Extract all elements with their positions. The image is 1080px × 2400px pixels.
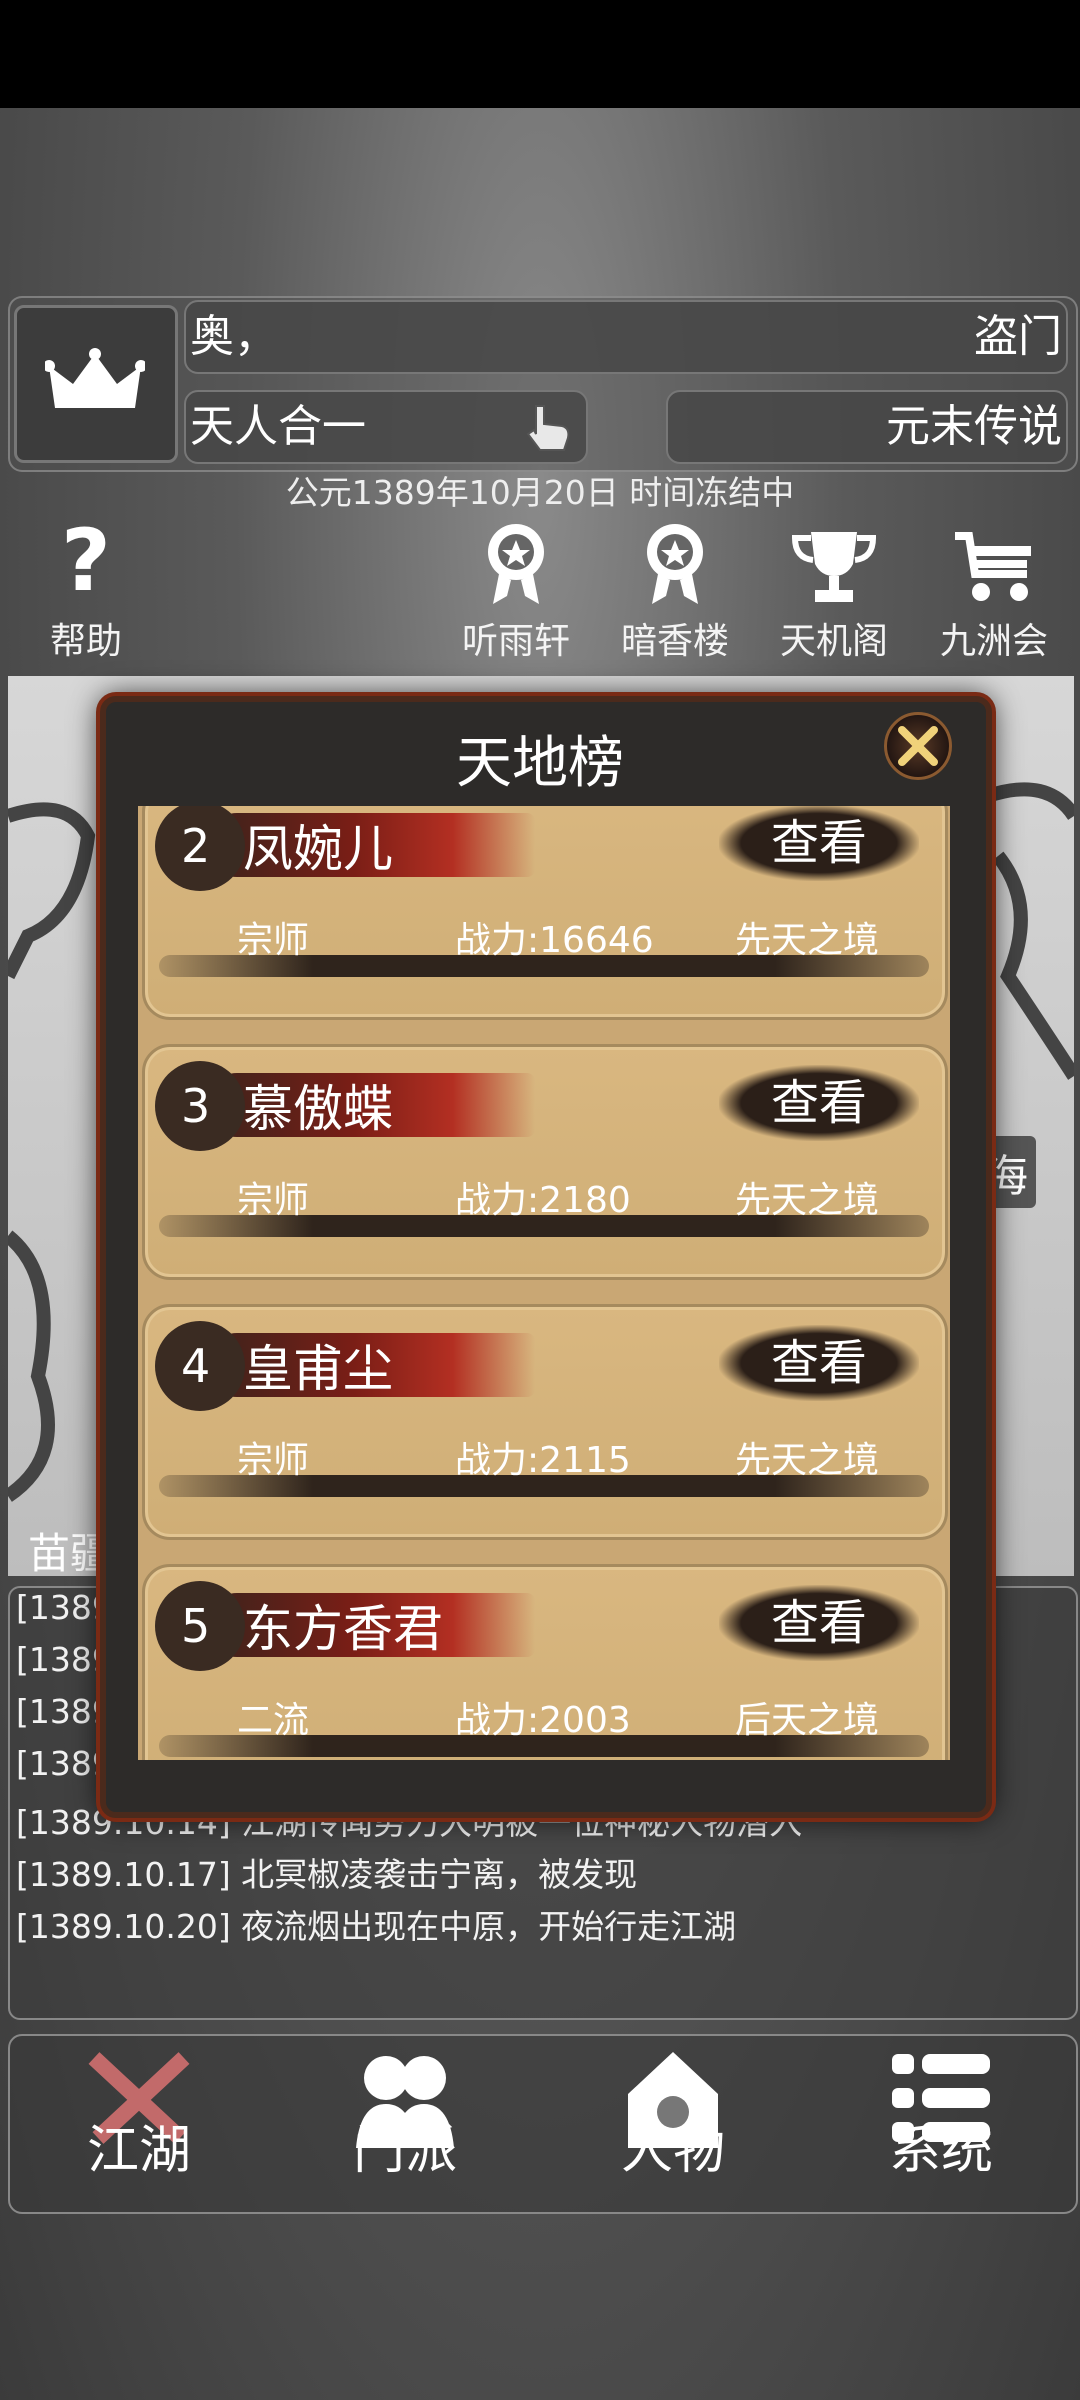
hero-realm: 后天之境 [735, 1700, 880, 1741]
pointer-hand-icon [526, 405, 570, 451]
ranking-card: 3 慕傲蝶 查看 宗师 战力:2180 先天之境 [142, 1044, 948, 1280]
hero-title: 二流 [237, 1700, 310, 1741]
status-bar [0, 0, 1080, 108]
anxianglou-button[interactable]: 暗香楼 [605, 516, 745, 664]
ranking-card: 4 皇甫尘 查看 宗师 战力:2115 先天之境 [142, 1304, 948, 1540]
nav-xitong-label: 系统 [888, 2121, 993, 2181]
rank-number: 5 [155, 1581, 245, 1671]
nav-renwu-label: 人物 [620, 2121, 725, 2181]
crown-icon [45, 348, 145, 408]
cart-icon [955, 532, 1031, 601]
tingyuxuan-button[interactable]: 听雨轩 [446, 516, 586, 664]
hero-title: 宗师 [237, 1180, 310, 1221]
hero-name: 皇甫尘 [243, 1340, 393, 1398]
hero-name: 凤婉儿 [243, 820, 393, 878]
view-button[interactable]: 查看 [719, 1585, 919, 1661]
hero-power: 战力:2180 [455, 1180, 631, 1221]
jiuzhouhui-button[interactable]: 九洲会 [924, 516, 1064, 664]
view-button[interactable]: 查看 [719, 1065, 919, 1141]
game-date: 公元1389年10月20日 时间冻结中 [285, 473, 795, 512]
log-line: [1389.10.17] 北冥椒凌袭击宁离，被发现 [16, 1855, 638, 1894]
skill-pill[interactable]: 天人合一 [184, 390, 588, 464]
hero-name: 东方香君 [243, 1600, 443, 1658]
tingyuxuan-label: 听雨轩 [461, 621, 570, 662]
hero-realm: 先天之境 [735, 1440, 880, 1481]
hero-power: 战力:2003 [455, 1700, 631, 1741]
ranking-card: 2 凤婉儿 查看 宗师 战力:16646 先天之境 [142, 806, 948, 1020]
nav-jianghu[interactable]: 江湖 [54, 2048, 224, 2183]
help-button[interactable]: ? 帮助 [16, 516, 156, 664]
nav-menpai[interactable]: 门派 [320, 2048, 490, 2183]
badge-icon [647, 524, 703, 604]
close-button[interactable] [884, 712, 952, 780]
help-label: 帮助 [49, 621, 122, 662]
rank-number: 4 [155, 1321, 245, 1411]
nav-menpai-label: 门派 [352, 2121, 457, 2181]
dialog-title: 天地榜 [456, 731, 624, 796]
name-pill: 奥， 盗门 [184, 300, 1068, 374]
tianjige-button[interactable]: 天机阁 [764, 516, 904, 664]
close-icon [898, 726, 938, 766]
question-icon: ? [61, 511, 111, 611]
hero-realm: 先天之境 [735, 920, 880, 961]
log-line: [1389.10.20] 夜流烟出现在中原，开始行走江湖 [16, 1907, 737, 1946]
nav-jianghu-label: 江湖 [86, 2121, 191, 2181]
hero-power: 战力:2115 [455, 1440, 631, 1481]
hero-power: 战力:16646 [455, 920, 654, 961]
hero-name: 慕傲蝶 [243, 1080, 393, 1138]
player-name: 奥， [190, 311, 278, 362]
hero-realm: 先天之境 [735, 1180, 880, 1221]
hero-title: 宗师 [237, 1440, 310, 1481]
ranking-list[interactable]: 2 凤婉儿 查看 宗师 战力:16646 先天之境 3 慕傲蝶 查看 宗师 战力… [138, 806, 950, 1760]
era-pill: 元末传说 [666, 390, 1068, 464]
player-sect: 盗门 [974, 311, 1062, 362]
jiuzhouhui-label: 九洲会 [939, 621, 1048, 662]
trophy-icon [791, 532, 877, 602]
player-avatar[interactable] [14, 305, 178, 463]
anxianglou-label: 暗香楼 [620, 621, 729, 662]
era-label: 元末传说 [886, 401, 1062, 452]
view-button[interactable]: 查看 [719, 806, 919, 881]
tianjige-label: 天机阁 [779, 621, 888, 662]
player-skill: 天人合一 [190, 401, 366, 452]
nav-xitong[interactable]: 系统 [856, 2048, 1026, 2183]
view-button[interactable]: 查看 [719, 1325, 919, 1401]
hero-title: 宗师 [237, 920, 310, 961]
rank-number: 3 [155, 1061, 245, 1151]
rank-number: 2 [155, 806, 245, 891]
nav-renwu[interactable]: 人物 [588, 2048, 758, 2183]
ranking-card: 5 东方香君 查看 二流 战力:2003 后天之境 [142, 1564, 948, 1760]
badge-icon [488, 524, 544, 604]
